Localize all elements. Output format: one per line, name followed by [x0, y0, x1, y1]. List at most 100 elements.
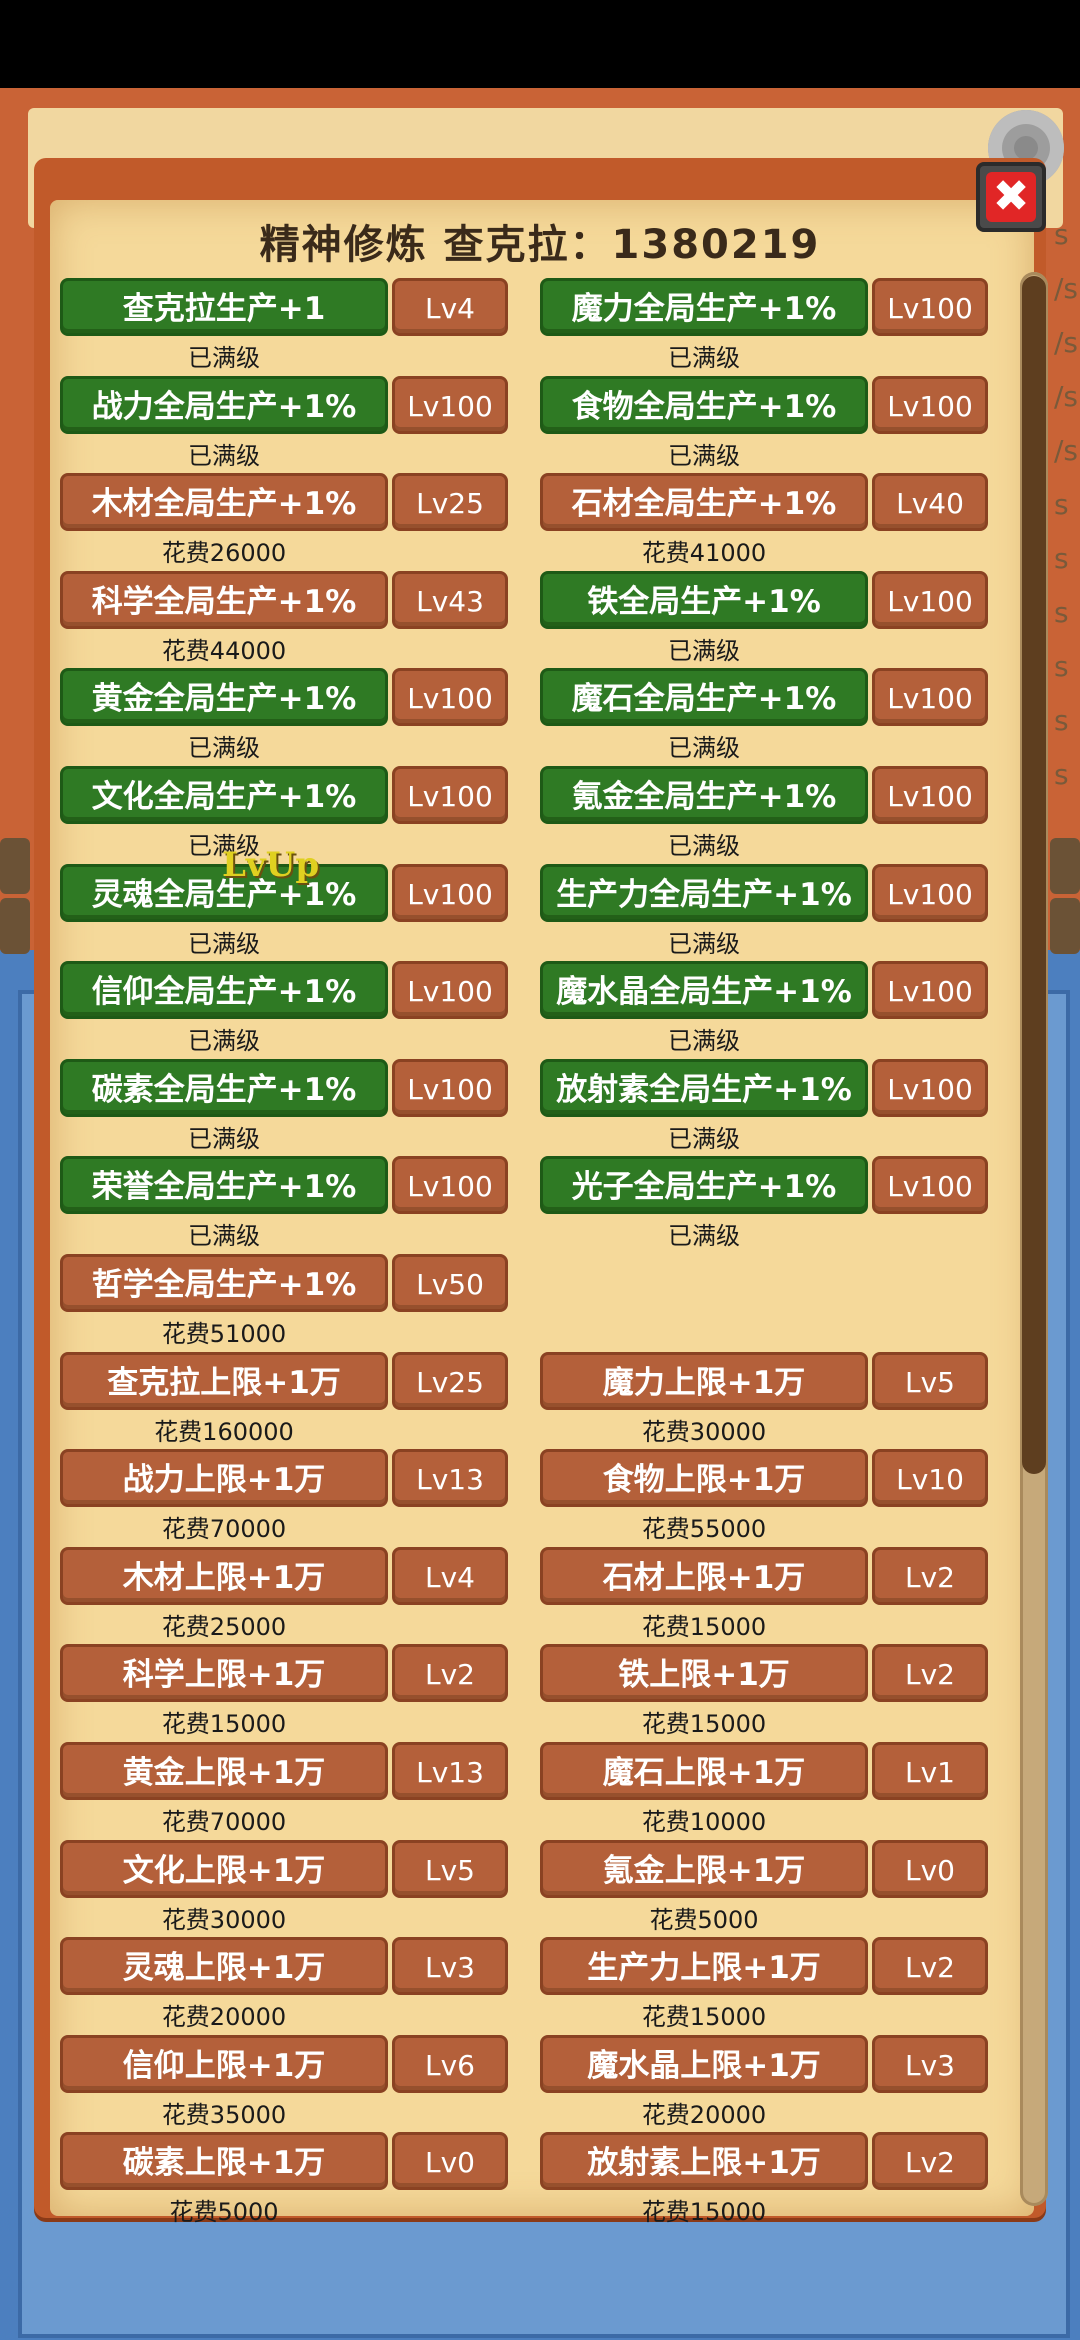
upgrade-status: 已满级: [668, 637, 740, 665]
upgrade-status: 花费15000: [641, 2198, 767, 2226]
upgrade-button[interactable]: 战力全局生产+1%: [60, 376, 388, 434]
upgrade-status: 花费15000: [641, 2003, 767, 2031]
upgrade-button[interactable]: 氪金全局生产+1%: [540, 766, 868, 824]
left-side-tab[interactable]: [0, 838, 30, 894]
upgrade-button[interactable]: 魔石全局生产+1%: [540, 668, 868, 726]
level-badge: Lv100: [392, 1156, 508, 1214]
upgrade-button[interactable]: 铁全局生产+1%: [540, 571, 868, 629]
upgrade-button[interactable]: 信仰全局生产+1%: [60, 961, 388, 1019]
upgrade-button[interactable]: 魔水晶全局生产+1%: [540, 961, 868, 1019]
upgrade-button[interactable]: 魔石上限+1万: [540, 1742, 868, 1800]
right-side-tab[interactable]: [1050, 898, 1080, 954]
upgrade-item: 氪金全局生产+1% Lv100 已满级: [540, 766, 988, 862]
upgrade-button[interactable]: 木材全局生产+1%: [60, 473, 388, 531]
upgrade-status: 花费44000: [161, 637, 287, 665]
level-badge: Lv100: [392, 961, 508, 1019]
upgrade-button[interactable]: 哲学全局生产+1%: [60, 1254, 388, 1312]
upgrade-item: 铁全局生产+1% Lv100 已满级: [540, 571, 988, 667]
upgrade-item: 魔水晶上限+1万 Lv3 花费20000: [540, 2035, 988, 2131]
level-badge: Lv100: [872, 1059, 988, 1117]
level-badge: Lv2: [872, 1644, 988, 1702]
upgrade-item: 信仰上限+1万 Lv6 花费35000: [60, 2035, 508, 2131]
upgrade-button[interactable]: 荣誉全局生产+1%: [60, 1156, 388, 1214]
upgrade-status: 已满级: [188, 442, 260, 470]
upgrade-button[interactable]: 黄金上限+1万: [60, 1742, 388, 1800]
upgrade-status: 花费51000: [161, 1320, 287, 1348]
level-badge: Lv0: [392, 2132, 508, 2190]
upgrade-item: 石材全局生产+1% Lv40 花费41000: [540, 473, 988, 569]
level-badge: Lv2: [872, 2132, 988, 2190]
upgrade-button[interactable]: 科学上限+1万: [60, 1644, 388, 1702]
level-badge: Lv3: [392, 1937, 508, 1995]
upgrade-status: 已满级: [668, 1125, 740, 1153]
upgrade-button[interactable]: 文化上限+1万: [60, 1840, 388, 1898]
upgrade-button[interactable]: 木材上限+1万: [60, 1547, 388, 1605]
upgrade-status: 花费5000: [169, 2198, 279, 2226]
upgrade-item: 信仰全局生产+1% Lv100 已满级: [60, 961, 508, 1057]
upgrade-button[interactable]: 食物全局生产+1%: [540, 376, 868, 434]
upgrade-button[interactable]: 食物上限+1万: [540, 1449, 868, 1507]
upgrade-item: 科学上限+1万 Lv2 花费15000: [60, 1644, 508, 1740]
level-badge: Lv100: [392, 376, 508, 434]
upgrade-button[interactable]: 文化全局生产+1%: [60, 766, 388, 824]
upgrade-item: 铁上限+1万 Lv2 花费15000: [540, 1644, 988, 1740]
rate-suffix: /s: [1054, 380, 1079, 413]
upgrade-item: 石材上限+1万 Lv2 花费15000: [540, 1547, 988, 1643]
upgrade-status: 花费26000: [161, 539, 287, 567]
upgrade-button[interactable]: 石材上限+1万: [540, 1547, 868, 1605]
upgrade-button[interactable]: 生产力上限+1万: [540, 1937, 868, 1995]
upgrade-item: 放射素全局生产+1% Lv100 已满级: [540, 1059, 988, 1155]
upgrade-button[interactable]: 查克拉上限+1万: [60, 1352, 388, 1410]
upgrade-button[interactable]: 铁上限+1万: [540, 1644, 868, 1702]
upgrade-item: 氪金上限+1万 Lv0 花费5000: [540, 1840, 988, 1936]
upgrade-status: 已满级: [668, 832, 740, 860]
upgrade-button[interactable]: 放射素上限+1万: [540, 2132, 868, 2190]
upgrade-item: 哲学全局生产+1% Lv50 花费51000: [60, 1254, 508, 1350]
upgrade-item: 黄金全局生产+1% Lv100 已满级: [60, 668, 508, 764]
level-badge: Lv100: [872, 864, 988, 922]
right-side-tab[interactable]: [1050, 838, 1080, 894]
upgrade-button[interactable]: 灵魂上限+1万: [60, 1937, 388, 1995]
upgrade-button[interactable]: 碳素上限+1万: [60, 2132, 388, 2190]
upgrade-status: 已满级: [668, 1027, 740, 1055]
level-badge: Lv2: [872, 1547, 988, 1605]
level-badge: Lv100: [872, 961, 988, 1019]
level-badge: Lv1: [872, 1742, 988, 1800]
upgrade-button[interactable]: 科学全局生产+1%: [60, 571, 388, 629]
upgrade-button[interactable]: 魔力上限+1万: [540, 1352, 868, 1410]
rate-suffix: s: [1054, 488, 1069, 521]
rate-suffix: s: [1054, 758, 1069, 791]
upgrade-item: 生产力全局生产+1% Lv100 已满级: [540, 864, 988, 960]
upgrade-item: 食物全局生产+1% Lv100 已满级: [540, 376, 988, 472]
upgrade-button[interactable]: 光子全局生产+1%: [540, 1156, 868, 1214]
upgrade-button[interactable]: 黄金全局生产+1%: [60, 668, 388, 726]
level-badge: Lv0: [872, 1840, 988, 1898]
upgrade-status: 花费30000: [641, 1418, 767, 1446]
upgrade-button[interactable]: 放射素全局生产+1%: [540, 1059, 868, 1117]
close-icon: ✖: [986, 172, 1036, 222]
upgrade-button[interactable]: 魔水晶上限+1万: [540, 2035, 868, 2093]
rate-suffix: s: [1054, 596, 1069, 629]
upgrade-status: 花费20000: [641, 2101, 767, 2129]
upgrade-status: 已满级: [188, 344, 260, 372]
upgrade-status: 已满级: [188, 930, 260, 958]
upgrade-button[interactable]: 战力上限+1万: [60, 1449, 388, 1507]
level-badge: Lv4: [392, 1547, 508, 1605]
upgrade-button[interactable]: 查克拉生产+1: [60, 278, 388, 336]
level-badge: Lv100: [392, 766, 508, 824]
upgrade-status: 已满级: [188, 734, 260, 762]
upgrade-button[interactable]: 生产力全局生产+1%: [540, 864, 868, 922]
rate-suffix: /s: [1054, 326, 1079, 359]
upgrade-status: 已满级: [668, 1222, 740, 1250]
upgrade-button[interactable]: 魔力全局生产+1%: [540, 278, 868, 336]
scrollbar-thumb[interactable]: [1022, 276, 1046, 1474]
upgrade-status: 花费160000: [154, 1418, 294, 1446]
close-button[interactable]: ✖: [976, 162, 1046, 232]
upgrade-button[interactable]: 石材全局生产+1%: [540, 473, 868, 531]
upgrade-status: 已满级: [668, 734, 740, 762]
upgrade-button[interactable]: 信仰上限+1万: [60, 2035, 388, 2093]
upgrade-item: 魔石上限+1万 Lv1 花费10000: [540, 1742, 988, 1838]
left-side-tab[interactable]: [0, 898, 30, 954]
upgrade-button[interactable]: 氪金上限+1万: [540, 1840, 868, 1898]
upgrade-button[interactable]: 碳素全局生产+1%: [60, 1059, 388, 1117]
